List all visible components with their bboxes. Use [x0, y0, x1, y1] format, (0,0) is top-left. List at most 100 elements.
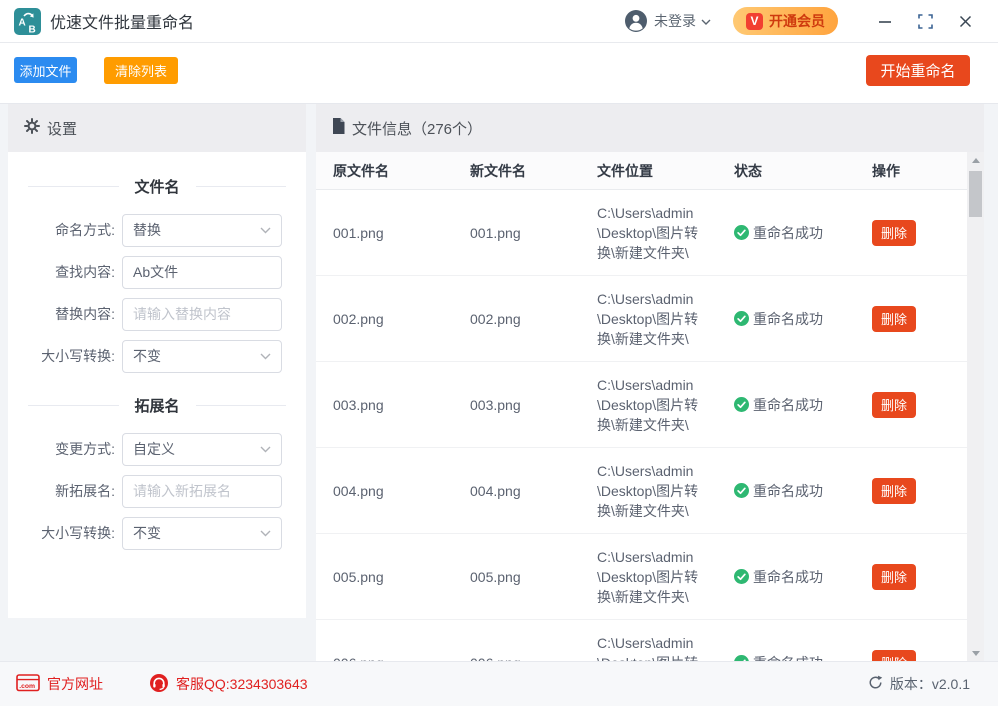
cell-status: 重命名成功 [734, 309, 872, 329]
close-button[interactable] [952, 8, 978, 34]
svg-text:.com: .com [19, 683, 35, 690]
scrollbar-up-arrow-icon[interactable] [967, 152, 984, 168]
titlebar: A B 优速文件批量重命名 未登录 V 开通会员 [0, 0, 998, 43]
start-rename-button[interactable]: 开始重命名 [866, 55, 970, 86]
status-text: 重命名成功 [753, 653, 823, 662]
login-status-label: 未登录 [654, 11, 696, 31]
headset-icon [149, 673, 169, 696]
scrollbar-down-arrow-icon[interactable] [967, 645, 984, 661]
naming-method-value: 替换 [133, 220, 161, 240]
cell-status: 重命名成功 [734, 481, 872, 501]
delete-button[interactable]: 删除 [872, 564, 916, 590]
col-new-name: 新文件名 [470, 161, 597, 181]
minimize-button[interactable] [872, 8, 898, 34]
cell-file-location: C:\Users\admin\Desktop\图片转换\新建文件夹\ [597, 461, 705, 521]
settings-panel-header: 设置 [8, 104, 306, 152]
extension-case-label: 大小写转换: [22, 523, 115, 543]
col-file-location: 文件位置 [597, 161, 734, 181]
customer-service-qq-link[interactable]: 客服QQ:3234303643 [149, 673, 308, 696]
cell-new-name: 002.png [470, 311, 597, 327]
user-account-dropdown[interactable]: 未登录 [625, 10, 711, 32]
delete-button[interactable]: 删除 [872, 650, 916, 662]
cell-status: 重命名成功 [734, 223, 872, 243]
naming-method-select[interactable]: 替换 [122, 214, 282, 247]
delete-button[interactable]: 删除 [872, 392, 916, 418]
official-website-link[interactable]: .com 官方网址 [16, 674, 103, 695]
find-content-label: 查找内容: [22, 262, 115, 282]
document-icon [332, 118, 345, 138]
file-panel-header: 文件信息（276个） [316, 104, 984, 152]
find-content-input[interactable] [122, 256, 282, 289]
replace-content-input[interactable] [122, 298, 282, 331]
svg-text:B: B [29, 24, 36, 35]
version-label: 版本：v2.0.1 [890, 674, 970, 694]
table-row: 005.png 005.png C:\Users\admin\Desktop\图… [316, 534, 967, 620]
extension-case-value: 不变 [133, 523, 161, 543]
vip-icon: V [746, 13, 763, 30]
new-extension-label: 新拓展名: [22, 481, 115, 501]
delete-button[interactable]: 删除 [872, 306, 916, 332]
file-panel-title: 文件信息（276个） [352, 118, 482, 139]
table-header: 原文件名 新文件名 文件位置 状态 操作 [316, 152, 984, 190]
cell-status: 重命名成功 [734, 653, 872, 662]
extension-case-select[interactable]: 不变 [122, 517, 282, 550]
status-text: 重命名成功 [753, 481, 823, 501]
new-extension-input[interactable] [122, 475, 282, 508]
svg-text:A: A [19, 17, 26, 28]
success-check-icon [734, 483, 749, 498]
cell-file-location: C:\Users\admin\Desktop\图片转换\新建文件夹\ [597, 203, 705, 263]
add-files-button[interactable]: 添加文件 [14, 57, 77, 83]
cell-original-name: 001.png [333, 225, 470, 241]
scrollbar-track[interactable] [967, 152, 984, 661]
scrollbar-thumb[interactable] [969, 171, 982, 217]
success-check-icon [734, 397, 749, 412]
delete-button[interactable]: 删除 [872, 478, 916, 504]
col-original-name: 原文件名 [333, 161, 470, 181]
change-method-label: 变更方式: [22, 439, 115, 459]
table-row: 002.png 002.png C:\Users\admin\Desktop\图… [316, 276, 967, 362]
cell-new-name: 005.png [470, 569, 597, 585]
app-logo-icon: A B [14, 8, 41, 35]
app-title: 优速文件批量重命名 [50, 9, 194, 33]
clear-list-button[interactable]: 清除列表 [104, 57, 178, 84]
cell-new-name: 001.png [470, 225, 597, 241]
status-text: 重命名成功 [753, 223, 823, 243]
status-text: 重命名成功 [753, 309, 823, 329]
vip-label: 开通会员 [769, 11, 825, 31]
delete-button[interactable]: 删除 [872, 220, 916, 246]
success-check-icon [734, 311, 749, 326]
filename-case-select[interactable]: 不变 [122, 340, 282, 373]
chevron-down-icon [260, 530, 271, 537]
cell-original-name: 004.png [333, 483, 470, 499]
cell-new-name: 004.png [470, 483, 597, 499]
cell-file-location: C:\Users\admin\Desktop\图片转换\新建文件夹\ [597, 633, 705, 662]
chevron-down-icon [260, 446, 271, 453]
cell-status: 重命名成功 [734, 567, 872, 587]
section-title-extension: 拓展名 [28, 395, 286, 416]
cell-file-location: C:\Users\admin\Desktop\图片转换\新建文件夹\ [597, 289, 705, 349]
cell-original-name: 003.png [333, 397, 470, 413]
version-info: 版本：v2.0.1 [868, 674, 970, 694]
change-method-select[interactable]: 自定义 [122, 433, 282, 466]
status-text: 重命名成功 [753, 395, 823, 415]
cell-new-name: 003.png [470, 397, 597, 413]
success-check-icon [734, 569, 749, 584]
maximize-button[interactable] [912, 8, 938, 34]
refresh-icon[interactable] [868, 675, 883, 693]
toolbar: 添加文件 清除列表 开始重命名 [0, 43, 998, 104]
success-check-icon [734, 225, 749, 240]
settings-panel: 设置 文件名 命名方式: 替换 查找内容: 替换内容: 大小写转换: [8, 104, 306, 618]
cell-status: 重命名成功 [734, 395, 872, 415]
replace-content-label: 替换内容: [22, 304, 115, 324]
chevron-down-icon [260, 353, 271, 360]
official-website-label: 官方网址 [47, 674, 103, 694]
chevron-down-icon [701, 12, 711, 30]
filename-case-label: 大小写转换: [22, 346, 115, 366]
status-text: 重命名成功 [753, 567, 823, 587]
filename-case-value: 不变 [133, 346, 161, 366]
open-vip-button[interactable]: V 开通会员 [733, 7, 838, 35]
table-row: 003.png 003.png C:\Users\admin\Desktop\图… [316, 362, 967, 448]
table-row: 001.png 001.png C:\Users\admin\Desktop\图… [316, 190, 967, 276]
col-status: 状态 [734, 161, 872, 181]
user-avatar-icon [625, 10, 647, 32]
